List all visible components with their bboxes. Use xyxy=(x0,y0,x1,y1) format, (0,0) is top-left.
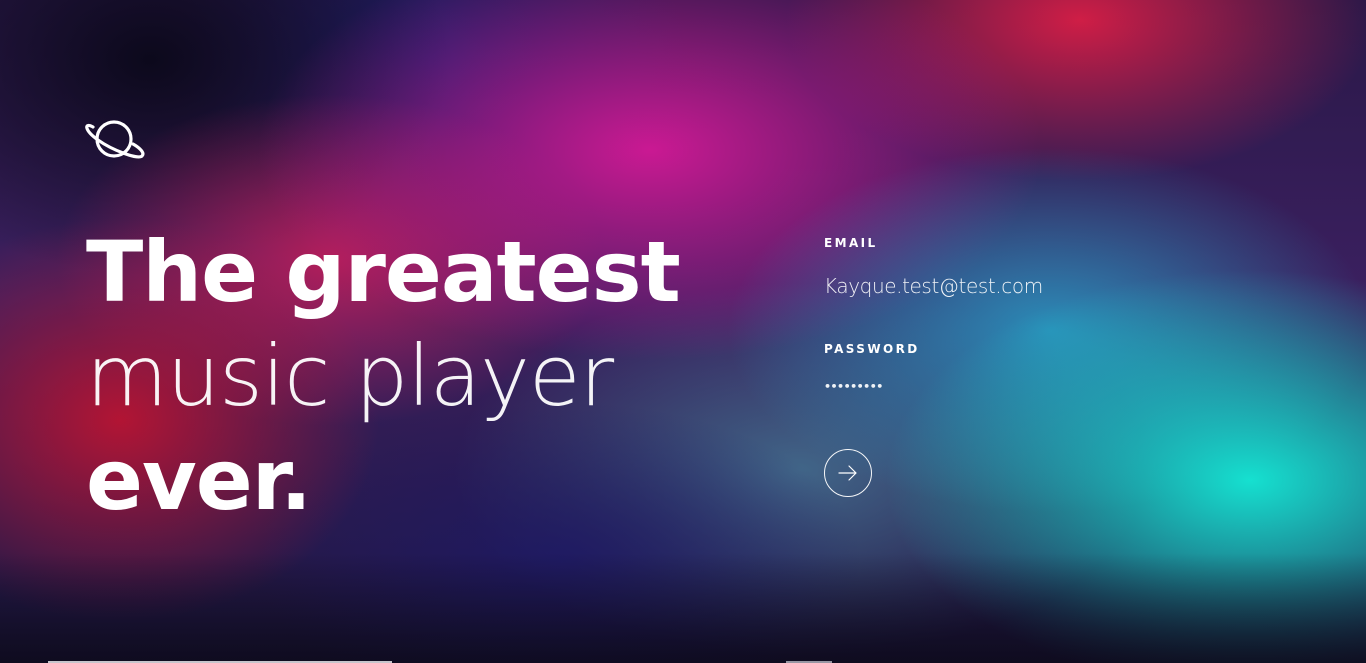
planet-icon xyxy=(84,118,148,164)
arrow-right-icon xyxy=(838,465,857,481)
email-input[interactable]: Kayque.test@test.com xyxy=(824,274,1224,298)
hero-line-2: music player xyxy=(86,327,614,425)
login-form: EMAIL Kayque.test@test.com PASSWORD ••••… xyxy=(824,236,1224,393)
hero-line-1: The greatest xyxy=(86,223,681,321)
password-label: PASSWORD xyxy=(824,342,920,356)
password-field[interactable]: PASSWORD ••••••••• xyxy=(824,342,1224,393)
email-field[interactable]: EMAIL Kayque.test@test.com xyxy=(824,236,1224,298)
submit-button[interactable] xyxy=(824,449,872,497)
hero-line-3: ever. xyxy=(86,431,312,529)
bottom-shade xyxy=(0,553,1366,663)
hero-headline: The greatest music player ever. xyxy=(86,220,681,532)
login-screen: The greatest music player ever. EMAIL Ka… xyxy=(0,0,1366,663)
email-label: EMAIL xyxy=(824,236,878,250)
password-input[interactable]: ••••••••• xyxy=(824,380,1224,393)
